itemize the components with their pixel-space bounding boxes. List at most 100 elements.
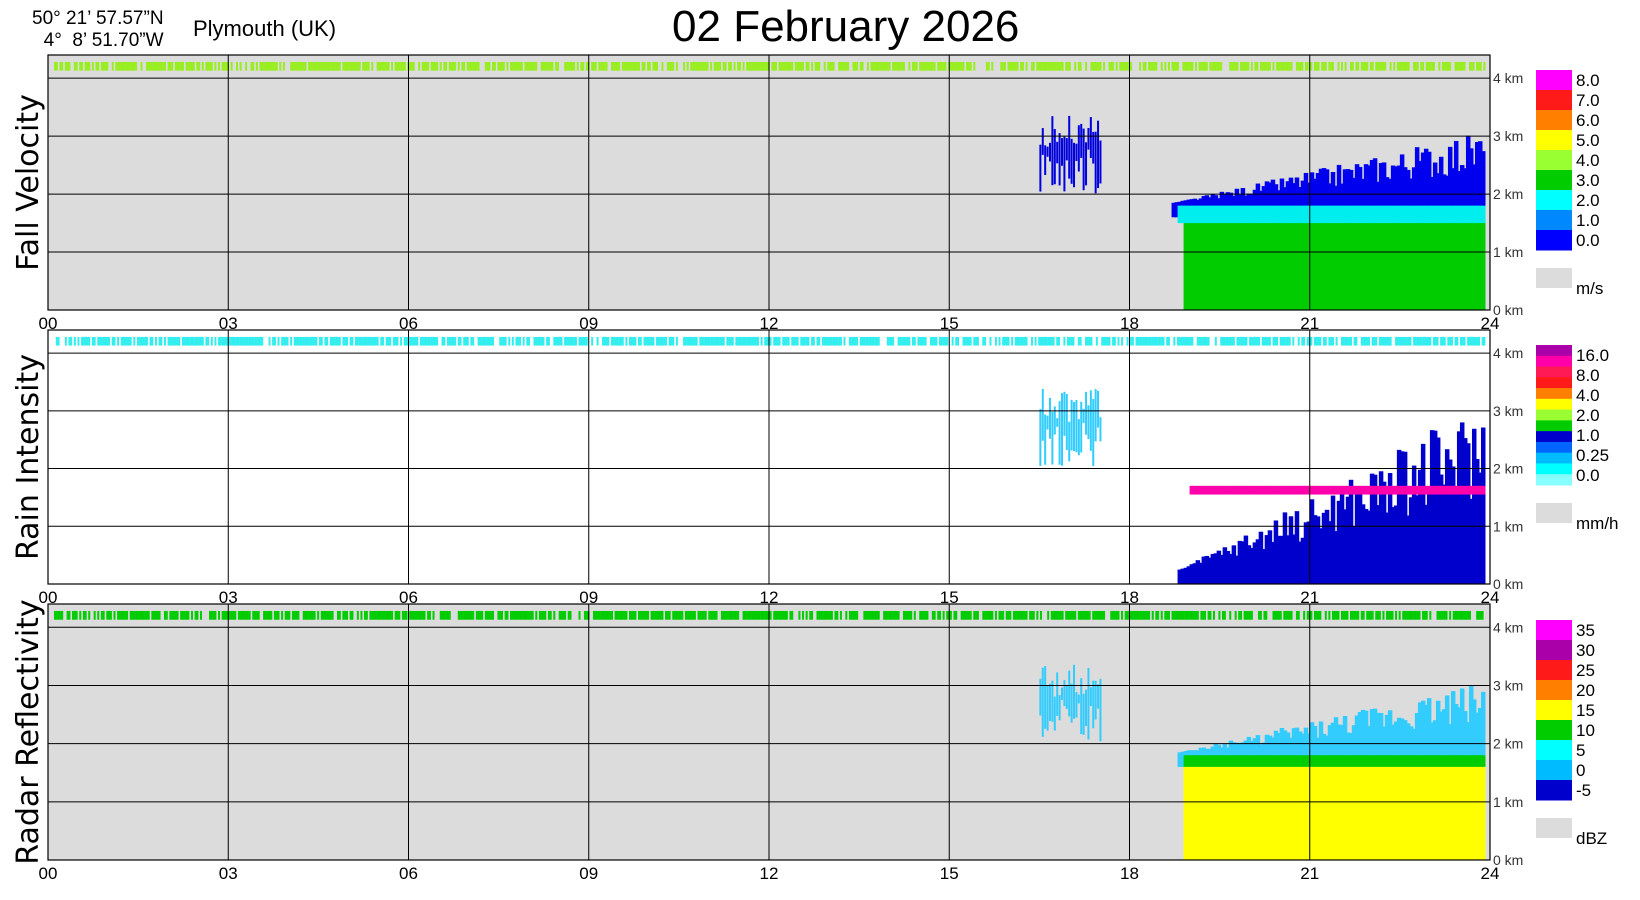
x-tick-label: 18 — [1120, 864, 1139, 883]
noise-mark — [841, 61, 844, 71]
noise-mark — [998, 336, 1001, 346]
noise-mark — [1234, 61, 1237, 71]
noise-mark — [333, 336, 336, 346]
noise-mark — [176, 610, 179, 620]
noise-mark — [519, 610, 522, 620]
noise-mark — [564, 336, 567, 346]
virga-mark — [1063, 680, 1066, 707]
noise-mark — [1194, 610, 1197, 620]
noise-mark — [151, 336, 154, 346]
noise-mark — [1360, 336, 1363, 346]
virga-mark — [1077, 125, 1080, 172]
noise-mark — [829, 336, 832, 346]
noise-mark — [901, 336, 904, 346]
noise-mark — [789, 61, 792, 71]
noise-mark — [198, 336, 201, 346]
noise-mark — [1182, 336, 1185, 346]
noise-mark — [59, 61, 62, 71]
noise-mark — [558, 610, 561, 620]
noise-mark — [57, 336, 60, 346]
noise-mark — [542, 336, 545, 346]
noise-mark — [68, 610, 71, 620]
noise-mark — [302, 336, 305, 346]
virga-mark — [1097, 120, 1100, 189]
noise-mark — [1285, 610, 1288, 620]
colorbar-swatch — [1536, 345, 1572, 357]
noise-mark — [1459, 610, 1462, 620]
noise-mark — [746, 336, 749, 346]
noise-mark — [897, 610, 900, 620]
noise-mark — [1085, 610, 1088, 620]
noise-mark — [382, 61, 385, 71]
noise-mark — [344, 336, 347, 346]
noise-mark — [874, 336, 877, 346]
noise-mark — [1267, 61, 1270, 71]
noise-mark — [1002, 610, 1005, 620]
noise-mark — [1122, 61, 1125, 71]
panel-title: Fall Velocity — [11, 94, 46, 271]
noise-mark — [866, 610, 869, 620]
noise-mark — [1196, 610, 1199, 620]
noise-mark — [592, 61, 595, 71]
noise-mark — [724, 61, 727, 71]
noise-mark — [976, 610, 979, 620]
virga-mark — [1056, 141, 1059, 164]
noise-mark — [1265, 336, 1268, 346]
noise-mark — [1065, 610, 1068, 620]
noise-mark — [848, 610, 851, 620]
noise-mark — [834, 610, 837, 620]
noise-mark — [176, 61, 179, 71]
colorbar-label: 15 — [1576, 701, 1595, 720]
noise-mark — [273, 61, 276, 71]
virga-mark — [1085, 391, 1088, 435]
noise-mark — [872, 61, 875, 71]
noise-mark — [317, 61, 320, 71]
noise-mark — [1328, 610, 1331, 620]
noise-mark — [403, 610, 406, 620]
noise-mark — [1095, 610, 1098, 620]
noise-mark — [776, 610, 779, 620]
noise-mark — [895, 610, 898, 620]
noise-mark — [446, 336, 449, 346]
noise-mark — [517, 610, 520, 620]
noise-mark — [562, 610, 565, 620]
noise-mark — [326, 610, 329, 620]
noise-mark — [1310, 336, 1313, 346]
noise-mark — [729, 61, 732, 71]
noise-mark — [758, 610, 761, 620]
noise-mark — [88, 610, 91, 620]
noise-mark — [490, 610, 493, 620]
noise-mark — [412, 336, 415, 346]
noise-mark — [412, 61, 415, 71]
noise-mark — [1243, 336, 1246, 346]
noise-mark — [765, 336, 768, 346]
colorbar-swatch — [1536, 680, 1572, 701]
noise-mark — [311, 336, 314, 346]
noise-mark — [1146, 610, 1149, 620]
noise-mark — [1061, 610, 1064, 620]
noise-mark — [1315, 336, 1318, 346]
noise-mark — [713, 610, 716, 620]
noise-mark — [1167, 610, 1170, 620]
noise-mark — [708, 610, 711, 620]
noise-mark — [544, 610, 547, 620]
noise-mark — [634, 336, 637, 346]
noise-mark — [461, 61, 464, 71]
noise-mark — [661, 336, 664, 346]
noise-mark — [1250, 336, 1253, 346]
noise-mark — [697, 61, 700, 71]
noise-mark — [715, 61, 718, 71]
noise-mark — [722, 610, 725, 620]
colorbar-swatch — [1536, 452, 1572, 464]
noise-mark — [210, 61, 213, 71]
noise-mark — [1072, 336, 1075, 346]
noise-mark — [414, 336, 417, 346]
noise-mark — [311, 61, 314, 71]
noise-mark — [1258, 336, 1261, 346]
noise-mark — [863, 610, 866, 620]
noise-mark — [618, 610, 621, 620]
noise-mark — [360, 610, 363, 620]
noise-mark — [1063, 336, 1066, 346]
noise-mark — [994, 336, 997, 346]
virga-mark — [1044, 414, 1047, 465]
